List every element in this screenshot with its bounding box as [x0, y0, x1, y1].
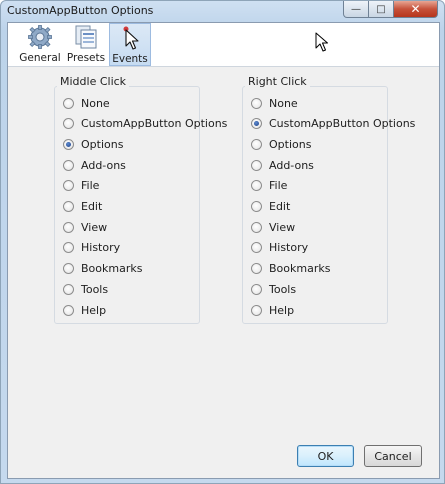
tab-presets[interactable]: Presets: [66, 23, 106, 66]
radio-label: File: [81, 179, 100, 193]
radio-button[interactable]: [251, 138, 262, 150]
radio-label: File: [269, 179, 288, 193]
pane-toolbar: General Presets Events: [8, 23, 439, 67]
radio-label: History: [81, 241, 121, 255]
radio-label: Bookmarks: [269, 262, 331, 276]
radio-label: Options: [269, 137, 312, 151]
middle-click-label: Middle Click: [57, 75, 130, 88]
maximize-icon: □: [376, 3, 386, 15]
radio-label: Bookmarks: [81, 262, 143, 276]
radio-label: Tools: [81, 282, 109, 296]
middle-click-option-options[interactable]: Options: [63, 136, 123, 152]
right-click-option-add-ons[interactable]: Add-ons: [251, 157, 314, 173]
middle-click-option-edit[interactable]: Edit: [63, 199, 102, 215]
radio-button[interactable]: [63, 138, 74, 150]
radio-button[interactable]: [251, 97, 262, 109]
radio-label: Add-ons: [81, 158, 126, 172]
radio-label: None: [81, 96, 110, 110]
radio-button[interactable]: [63, 283, 74, 295]
radio-button[interactable]: [251, 304, 262, 316]
radio-button[interactable]: [63, 118, 74, 130]
tab-general-label: General: [19, 52, 61, 64]
right-click-option-tools[interactable]: Tools: [251, 281, 296, 297]
radio-label: Help: [269, 303, 295, 317]
radio-button[interactable]: [251, 283, 262, 295]
radio-label: Tools: [269, 282, 297, 296]
radio-button[interactable]: [251, 159, 262, 171]
radio-label: Help: [81, 303, 107, 317]
radio-button[interactable]: [63, 97, 74, 109]
right-click-option-view[interactable]: View: [251, 219, 295, 235]
middle-click-option-tools[interactable]: Tools: [63, 281, 108, 297]
right-click-option-file[interactable]: File: [251, 178, 287, 194]
middle-click-option-add-ons[interactable]: Add-ons: [63, 157, 126, 173]
radio-button[interactable]: [63, 180, 74, 192]
radio-label: Edit: [269, 200, 291, 213]
right-click-option-history[interactable]: History: [251, 240, 308, 256]
right-click-option-customappbutton-options[interactable]: CustomAppButton Options: [251, 116, 415, 132]
tab-events-label: Events: [112, 53, 148, 65]
middle-click-option-file[interactable]: File: [63, 178, 99, 194]
radio-label: History: [269, 241, 309, 255]
minimize-icon: —: [351, 3, 361, 15]
middle-click-option-help[interactable]: Help: [63, 302, 106, 318]
presets-icon: [74, 25, 98, 52]
radio-button[interactable]: [251, 201, 262, 212]
middle-click-option-view[interactable]: View: [63, 219, 107, 235]
middle-click-option-bookmarks[interactable]: Bookmarks: [63, 261, 142, 277]
radio-button[interactable]: [63, 159, 74, 171]
gear-icon: [28, 25, 52, 52]
radio-button[interactable]: [63, 304, 74, 316]
right-click-option-help[interactable]: Help: [251, 302, 294, 318]
radio-button[interactable]: [251, 180, 262, 192]
caption-buttons: — □ ✕: [343, 1, 438, 18]
radio-button[interactable]: [63, 242, 74, 254]
close-button[interactable]: ✕: [394, 1, 438, 18]
right-click-option-bookmarks[interactable]: Bookmarks: [251, 261, 330, 277]
ok-button[interactable]: OK: [297, 445, 354, 467]
radio-label: Add-ons: [269, 158, 314, 172]
radio-label: View: [269, 220, 296, 234]
right-click-option-options[interactable]: Options: [251, 136, 311, 152]
radio-label: Edit: [81, 200, 103, 213]
middle-click-option-history[interactable]: History: [63, 240, 120, 256]
radio-button[interactable]: [63, 201, 74, 212]
radio-button[interactable]: [251, 242, 262, 254]
tab-events[interactable]: Events: [109, 23, 151, 66]
radio-label: Options: [81, 137, 124, 151]
radio-button[interactable]: [63, 263, 74, 275]
right-click-option-none[interactable]: None: [251, 95, 298, 111]
radio-button[interactable]: [251, 118, 262, 130]
right-click-option-edit[interactable]: Edit: [251, 199, 290, 215]
minimize-button[interactable]: —: [343, 1, 369, 18]
title-bar[interactable]: CustomAppButton Options — □ ✕: [1, 1, 444, 21]
radio-button[interactable]: [251, 221, 262, 233]
radio-label: CustomAppButton Options: [269, 117, 416, 131]
mouse-cursor-icon: [315, 32, 329, 55]
cancel-button[interactable]: Cancel: [364, 445, 422, 467]
tab-general[interactable]: General: [18, 23, 62, 66]
radio-label: View: [81, 220, 108, 234]
radio-button[interactable]: [63, 221, 74, 233]
pointer-events-icon: [118, 26, 142, 53]
window-title: CustomAppButton Options: [7, 4, 154, 17]
radio-label: CustomAppButton Options: [81, 117, 228, 131]
radio-label: None: [269, 96, 298, 110]
close-icon: ✕: [410, 2, 421, 16]
maximize-button[interactable]: □: [369, 1, 394, 18]
tab-presets-label: Presets: [66, 52, 106, 64]
middle-click-option-customappbutton-options[interactable]: CustomAppButton Options: [63, 116, 227, 132]
radio-button[interactable]: [251, 263, 262, 275]
right-click-label: Right Click: [245, 75, 310, 88]
middle-click-option-none[interactable]: None: [63, 95, 110, 111]
dialog-content: General Presets Events Middle Click None…: [7, 22, 440, 479]
options-window: CustomAppButton Options — □ ✕ General Pr…: [0, 0, 445, 484]
